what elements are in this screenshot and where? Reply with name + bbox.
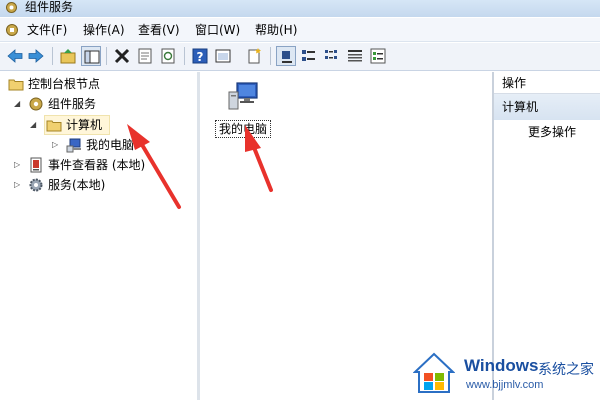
folder-icon (8, 79, 24, 91)
delete-icon (114, 48, 130, 64)
toolbar-separator (270, 47, 271, 65)
tree-item-label: 我的电脑 (86, 138, 135, 152)
collapse-arrow-icon[interactable]: ◢ (30, 116, 40, 134)
toolbar-separator (184, 47, 185, 65)
tree-item-my-computer[interactable]: ▷ 我的电脑 (6, 136, 196, 154)
new-icon (248, 48, 261, 64)
tree-item-label: 服务(本地) (48, 178, 106, 192)
show-tree-icon (84, 50, 100, 64)
view-icon (215, 49, 231, 63)
delete-button[interactable] (112, 46, 132, 66)
event-viewer-icon (30, 157, 42, 173)
small-icons-icon (302, 50, 315, 61)
watermark-url: www.bjjmlv.com (466, 379, 544, 391)
view-button[interactable] (213, 46, 233, 66)
back-icon (7, 49, 23, 63)
tree-item-component-services[interactable]: ◢ 组件服务 (6, 95, 196, 113)
list-button[interactable] (322, 46, 342, 66)
details-button[interactable] (345, 46, 365, 66)
properties-button[interactable] (135, 46, 155, 66)
menu-help[interactable]: 帮助(H) (255, 18, 297, 42)
component-services-icon (29, 97, 43, 111)
expand-arrow-icon[interactable]: ▷ (14, 176, 24, 194)
component-services-icon (6, 2, 17, 13)
properties-icon (138, 48, 152, 64)
new-button[interactable] (244, 46, 264, 66)
back-button[interactable] (5, 46, 25, 66)
folder-icon (46, 120, 62, 132)
toolbar-separator (106, 47, 107, 65)
forward-button[interactable] (26, 46, 46, 66)
gear-icon (29, 178, 43, 192)
menu-bar: 文件(F) 操作(A) 查看(V) 窗口(W) 帮助(H) (0, 18, 600, 42)
computer-icon (228, 82, 258, 110)
tree-item-console-root[interactable]: 控制台根节点 (6, 75, 196, 93)
tree-item-computers[interactable]: ◢ 计算机 (6, 116, 196, 134)
details-icon (348, 50, 362, 62)
console-tree: 控制台根节点 ◢ 组件服务 ◢ 计算机 ▷ 我的电脑 ▷ 事件查看器 (本地) … (0, 72, 200, 400)
system-menu-icon[interactable] (5, 23, 19, 37)
expand-arrow-icon[interactable]: ▷ (14, 156, 24, 174)
actions-group-computers[interactable]: 计算机 (494, 94, 600, 120)
tree-item-label: 控制台根节点 (28, 77, 101, 91)
refresh-button[interactable] (158, 46, 178, 66)
toolbar-separator (52, 47, 53, 65)
menu-view[interactable]: 查看(V) (138, 18, 180, 42)
title-bar: 组件服务 (0, 0, 600, 17)
small-icons-button[interactable] (299, 46, 319, 66)
expand-arrow-icon[interactable]: ▷ (52, 136, 62, 154)
help-icon: ? (192, 48, 208, 64)
tree-item-services[interactable]: ▷ 服务(本地) (6, 176, 196, 194)
svg-text:?: ? (197, 50, 204, 64)
up-one-level-button[interactable] (58, 46, 78, 66)
watermark-subtitle: 系统之家 (538, 362, 594, 378)
more-actions-link[interactable]: 更多操作 (528, 124, 576, 140)
menu-file[interactable]: 文件(F) (27, 18, 67, 42)
tree-item-event-viewer[interactable]: ▷ 事件查看器 (本地) (6, 156, 196, 174)
window-title: 组件服务 (25, 0, 74, 14)
refresh-icon (161, 48, 175, 64)
menu-action[interactable]: 操作(A) (83, 18, 125, 42)
large-icons-button[interactable] (276, 46, 296, 66)
computer-icon (66, 138, 81, 153)
collapse-arrow-icon[interactable]: ◢ (14, 95, 24, 113)
tree-item-label: 事件查看器 (本地) (48, 158, 146, 172)
watermark: Windows 系统之家 www.bjjmlv.com (410, 348, 600, 400)
list-item-my-computer[interactable]: 我的电脑 (213, 80, 273, 140)
status-view-button[interactable] (368, 46, 388, 66)
toolbar: ? (0, 43, 600, 71)
status-icon (370, 48, 386, 64)
up-folder-icon (60, 49, 76, 64)
watermark-brand: Windows (464, 356, 539, 375)
tree-item-label: 计算机 (66, 118, 103, 132)
menu-window[interactable]: 窗口(W) (195, 18, 240, 42)
list-icon (325, 50, 337, 59)
tree-item-label: 组件服务 (48, 97, 97, 111)
actions-header: 操作 (494, 72, 600, 94)
windows-logo-icon (413, 352, 455, 393)
list-item-label: 我的电脑 (215, 120, 271, 138)
show-hide-tree-button[interactable] (81, 46, 101, 66)
help-button[interactable]: ? (190, 46, 210, 66)
large-icons-icon (282, 51, 292, 63)
forward-icon (28, 49, 44, 63)
